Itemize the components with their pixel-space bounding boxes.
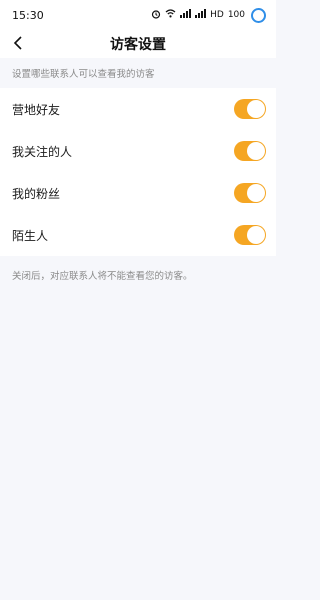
toggle-knob bbox=[247, 226, 265, 244]
signal-icon bbox=[180, 9, 192, 21]
setting-label: 陌生人 bbox=[12, 228, 49, 243]
nav-bar: 访客设置 bbox=[0, 30, 276, 58]
settings-list: 营地好友 我关注的人 我的粉丝 陌生人 bbox=[0, 88, 276, 256]
wifi-icon bbox=[165, 9, 176, 21]
status-bar: 15:30 HD 100 bbox=[0, 0, 276, 30]
toggle-knob bbox=[247, 100, 265, 118]
setting-row-following: 我关注的人 bbox=[0, 130, 276, 172]
alarm-icon bbox=[151, 9, 161, 22]
footer-note: 关闭后，对应联系人将不能查看您的访客。 bbox=[12, 271, 193, 282]
setting-label: 我的粉丝 bbox=[12, 186, 61, 201]
back-button[interactable] bbox=[6, 32, 30, 56]
section-hint: 设置哪些联系人可以查看我的访客 bbox=[12, 69, 155, 80]
strangers-toggle[interactable] bbox=[234, 225, 266, 245]
fans-toggle[interactable] bbox=[234, 183, 266, 203]
status-time: 15:30 bbox=[12, 8, 44, 22]
battery-ring-icon bbox=[251, 7, 266, 23]
signal-icon bbox=[195, 9, 207, 21]
chevron-left-icon bbox=[13, 35, 23, 54]
toggle-knob bbox=[247, 142, 265, 160]
following-toggle[interactable] bbox=[234, 141, 266, 161]
status-icons: HD 100 bbox=[151, 7, 266, 23]
network-type-label: HD bbox=[210, 9, 224, 20]
setting-label: 营地好友 bbox=[12, 102, 61, 117]
setting-row-fans: 我的粉丝 bbox=[0, 172, 276, 214]
toggle-knob bbox=[247, 184, 265, 202]
setting-row-strangers: 陌生人 bbox=[0, 214, 276, 256]
setting-label: 我关注的人 bbox=[12, 144, 73, 159]
page-title: 访客设置 bbox=[110, 37, 166, 53]
setting-row-camp-friends: 营地好友 bbox=[0, 88, 276, 130]
camp-friends-toggle[interactable] bbox=[234, 99, 266, 119]
battery-level: 100 bbox=[227, 10, 245, 20]
